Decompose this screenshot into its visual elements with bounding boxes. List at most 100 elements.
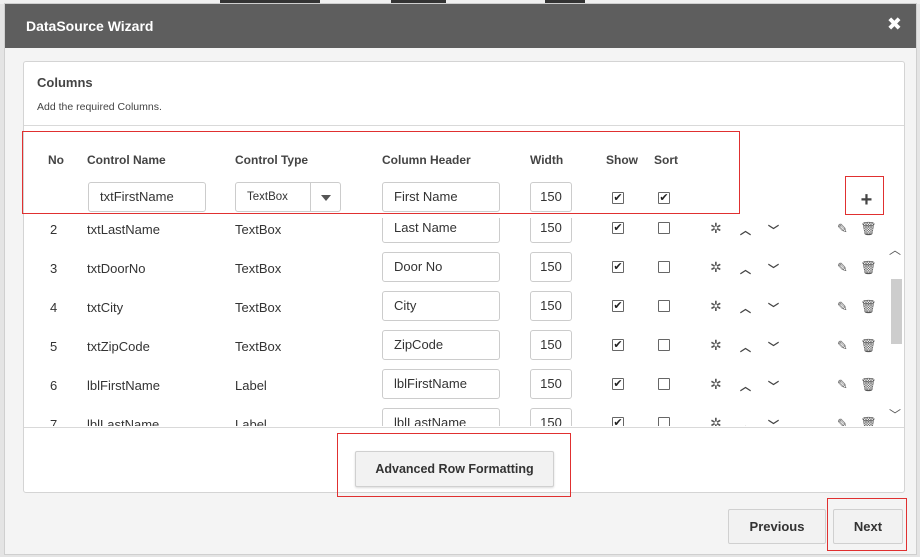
gear-icon[interactable]: ✲ [710, 337, 722, 354]
row-control-type: Label [235, 417, 267, 426]
row-number: 2 [50, 222, 58, 237]
scroll-thumb[interactable] [891, 279, 902, 344]
row-number: 7 [50, 417, 58, 426]
previous-button[interactable]: Previous [728, 509, 826, 544]
trash-icon[interactable]: 🗑 [860, 221, 877, 237]
row-sort-checkbox[interactable] [658, 378, 670, 390]
row-sort-checkbox[interactable] [658, 261, 670, 273]
pencil-icon[interactable]: ✎ [837, 299, 848, 315]
row-column-header-input[interactable]: ZipCode [382, 330, 500, 360]
new-control-type-value: TextBox [247, 191, 288, 203]
row-width-input[interactable]: 150 [530, 252, 572, 282]
new-column-header-input[interactable]: First Name [382, 182, 500, 212]
gear-icon[interactable]: ✲ [710, 376, 722, 393]
row-width-input[interactable]: 150 [530, 369, 572, 399]
chevron-up-icon[interactable]: ︿ [740, 378, 751, 394]
pencil-icon[interactable]: ✎ [837, 221, 848, 237]
pencil-icon[interactable]: ✎ [837, 377, 848, 393]
section-title: Columns [37, 75, 93, 90]
chevron-down-icon[interactable]: ﹀ [768, 222, 779, 238]
trash-icon[interactable]: 🗑 [860, 377, 877, 393]
row-column-header-input[interactable]: Last Name [382, 218, 500, 243]
new-sort-checkbox[interactable]: ✔ [658, 192, 670, 204]
dropdown-arrow-icon[interactable] [310, 183, 340, 211]
advanced-row-formatting-button[interactable]: Advanced Row Formatting [355, 451, 554, 487]
row-show-checkbox[interactable]: ✔ [612, 339, 624, 351]
trash-icon[interactable]: 🗑 [860, 338, 877, 354]
row-column-header-input[interactable]: City [382, 291, 500, 321]
row-show-checkbox[interactable]: ✔ [612, 417, 624, 426]
chevron-up-icon[interactable]: ︿ [740, 261, 751, 277]
chevron-up-icon[interactable]: ︿ [740, 300, 751, 316]
row-control-type: TextBox [235, 300, 282, 315]
chevron-down-icon[interactable]: ﹀ [768, 339, 779, 355]
row-control-name: txtDoorNo [87, 261, 146, 276]
row-width-input[interactable]: 150 [530, 291, 572, 321]
row-number: 5 [50, 339, 58, 354]
dialog-titlebar: DataSource Wizard ✖ [5, 4, 916, 48]
new-width-input[interactable]: 150 [530, 182, 572, 212]
header-control-type: Control Type [235, 153, 309, 167]
trash-icon[interactable]: 🗑 [860, 260, 877, 276]
chevron-down-icon[interactable]: ﹀ [768, 417, 779, 426]
row-sort-checkbox[interactable] [658, 417, 670, 426]
new-show-checkbox[interactable]: ✔ [612, 192, 624, 204]
gear-icon[interactable]: ✲ [710, 259, 722, 276]
row-show-checkbox[interactable]: ✔ [612, 378, 624, 390]
chevron-down-icon[interactable]: ﹀ [768, 378, 779, 394]
row-show-checkbox[interactable]: ✔ [612, 300, 624, 312]
gear-icon[interactable]: ✲ [710, 298, 722, 315]
add-column-button[interactable]: + [854, 188, 879, 213]
header-show: Show [606, 153, 638, 167]
section-description: Add the required Columns. [37, 101, 162, 113]
row-control-name: txtZipCode [87, 339, 150, 354]
chevron-up-icon[interactable]: ︿ [740, 222, 751, 238]
header-control-name: Control Name [87, 153, 166, 167]
new-control-name-input[interactable]: txtFirstName [88, 182, 206, 212]
header-width: Width [530, 153, 564, 167]
row-column-header-input[interactable]: lblFirstName [382, 369, 500, 399]
row-width-input[interactable]: 150 [530, 218, 572, 243]
row-control-name: txtLastName [87, 222, 160, 237]
row-sort-checkbox[interactable] [658, 300, 670, 312]
chevron-up-icon[interactable]: ︿ [740, 339, 751, 355]
header-no: No [48, 153, 64, 167]
row-number: 6 [50, 378, 58, 393]
row-control-type: TextBox [235, 261, 282, 276]
scroll-down-icon[interactable]: ﹀ [889, 406, 901, 423]
close-icon[interactable]: ✖ [887, 15, 902, 33]
trash-icon[interactable]: 🗑 [860, 299, 877, 315]
row-column-header-input[interactable]: Door No [382, 252, 500, 282]
row-sort-checkbox[interactable] [658, 222, 670, 234]
header-column-header: Column Header [382, 153, 471, 167]
row-number: 4 [50, 300, 58, 315]
row-width-input[interactable]: 150 [530, 330, 572, 360]
pencil-icon[interactable]: ✎ [837, 416, 848, 426]
trash-icon[interactable]: 🗑 [860, 416, 877, 426]
row-control-type: Label [235, 378, 267, 393]
dialog-title: DataSource Wizard [26, 18, 154, 34]
next-button[interactable]: Next [833, 509, 903, 544]
row-width-input[interactable]: 150 [530, 408, 572, 426]
row-sort-checkbox[interactable] [658, 339, 670, 351]
new-control-type-select[interactable]: TextBox [235, 182, 341, 212]
row-column-header-input[interactable]: lblLastName [382, 408, 500, 426]
row-show-checkbox[interactable]: ✔ [612, 261, 624, 273]
chevron-down-icon[interactable]: ﹀ [768, 261, 779, 277]
chevron-down-icon[interactable]: ﹀ [768, 300, 779, 316]
pencil-icon[interactable]: ✎ [837, 338, 848, 354]
panel-divider [24, 427, 904, 428]
columns-panel: Columns Add the required Columns. No Con… [23, 61, 905, 493]
gear-icon[interactable]: ✲ [710, 220, 722, 237]
gear-icon[interactable]: ✲ [710, 415, 722, 426]
scroll-up-icon[interactable]: ︿ [889, 241, 901, 258]
grid-scrollbar[interactable]: ︿ ﹀ [887, 234, 904, 427]
row-show-checkbox[interactable]: ✔ [612, 222, 624, 234]
row-control-type: TextBox [235, 222, 282, 237]
row-control-name: lblLastName [87, 417, 160, 426]
row-number: 3 [50, 261, 58, 276]
pencil-icon[interactable]: ✎ [837, 260, 848, 276]
chevron-up-icon[interactable]: ︿ [740, 417, 751, 426]
columns-grid: 2 txtLastName TextBox Last Name 150 ✔ ✲ ︿ ﹀ ✎ 🗑 3 tx… [24, 218, 886, 426]
datasource-wizard-dialog: DataSource Wizard ✖ Columns Add the requ… [4, 3, 917, 555]
